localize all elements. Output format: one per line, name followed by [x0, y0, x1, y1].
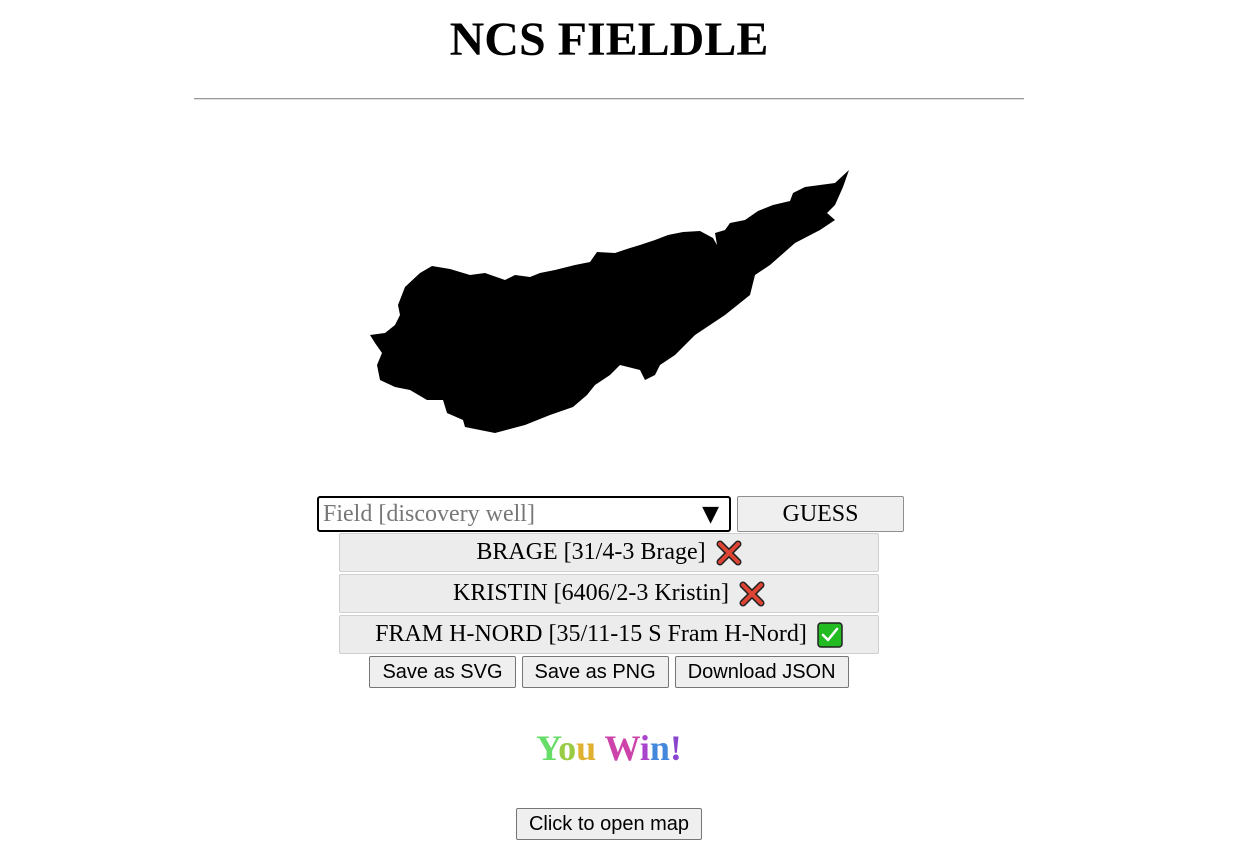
guess-text: KRISTIN [6406/2-3 Kristin]	[453, 580, 729, 606]
guess-form: ▼ GUESS	[317, 496, 904, 532]
field-combobox[interactable]: ▼	[317, 496, 731, 532]
guess-row: FRAM H-NORD [35/11-15 S Fram H-Nord]	[339, 615, 879, 654]
open-map-button[interactable]: Click to open map	[515, 808, 703, 840]
win-letter: Y	[536, 728, 559, 768]
guess-text: FRAM H-NORD [35/11-15 S Fram H-Nord]	[375, 621, 807, 647]
win-letter: i	[639, 728, 650, 768]
win-letter: W	[604, 728, 640, 768]
save-png-button[interactable]: Save as PNG	[521, 656, 669, 688]
guess-button[interactable]: GUESS	[737, 496, 904, 532]
cross-icon	[739, 581, 765, 606]
checkmark-icon	[817, 621, 843, 648]
win-letter: o	[558, 728, 577, 768]
save-svg-button[interactable]: Save as SVG	[369, 656, 516, 688]
guess-list: BRAGE [31/4-3 Brage] KRISTIN [6406/2-3 K…	[339, 533, 879, 656]
cross-icon	[716, 540, 742, 565]
win-letter	[596, 728, 604, 768]
win-message: You Win!	[0, 725, 1218, 771]
win-letter: n	[649, 728, 670, 768]
map-button-container: Click to open map	[0, 808, 1218, 840]
field-outline-shape	[370, 170, 849, 433]
field-search-input[interactable]	[319, 498, 693, 530]
guess-row: KRISTIN [6406/2-3 Kristin]	[339, 574, 879, 613]
export-buttons: Save as SVG Save as PNG Download JSON	[0, 656, 1218, 688]
chevron-down-icon[interactable]: ▼	[702, 502, 719, 528]
header-divider	[194, 98, 1024, 100]
win-letter: u	[576, 728, 597, 768]
page-title: NCS FIELDLE	[449, 13, 769, 66]
guess-text: BRAGE [31/4-3 Brage]	[476, 539, 706, 565]
win-letter: !	[669, 728, 682, 768]
download-json-button[interactable]: Download JSON	[674, 656, 849, 688]
guess-row: BRAGE [31/4-3 Brage]	[339, 533, 879, 572]
